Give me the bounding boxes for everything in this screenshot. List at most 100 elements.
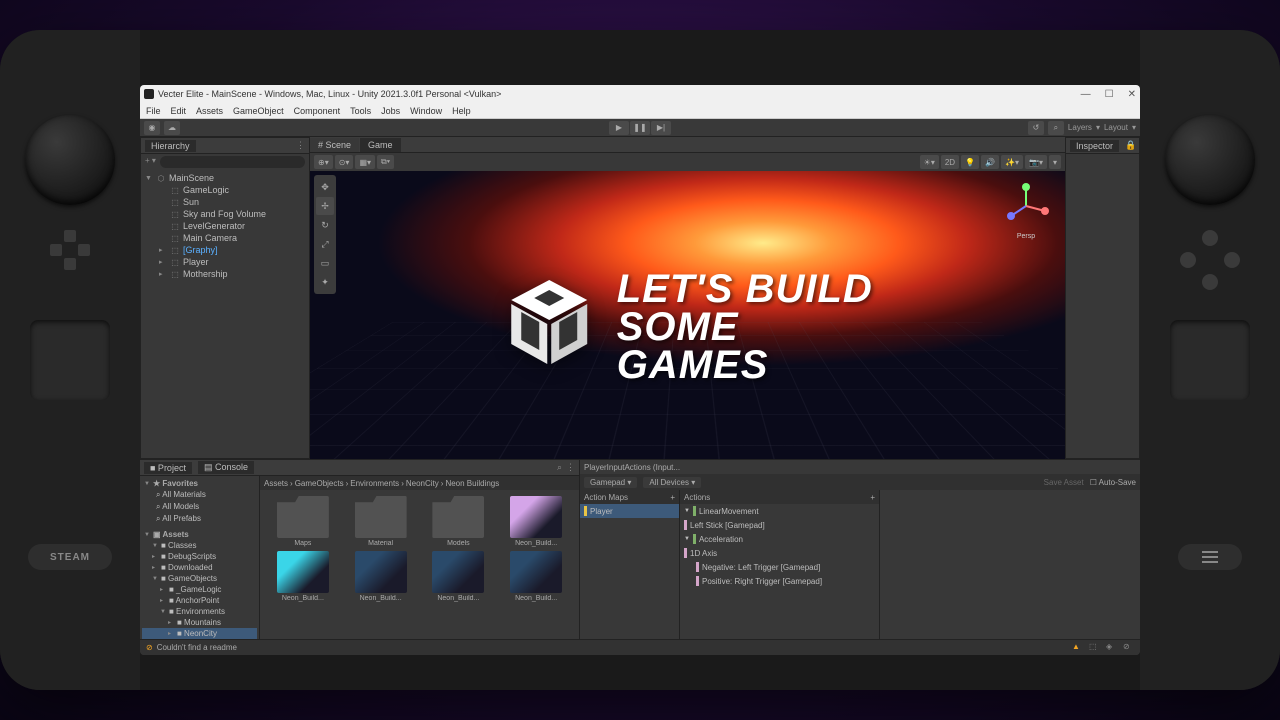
asset-item[interactable]: Neon_Build... — [499, 551, 573, 602]
close-button[interactable]: ✕ — [1128, 89, 1136, 100]
asset-item[interactable]: Maps — [266, 496, 340, 547]
breadcrumb-segment[interactable]: Neon Buildings — [445, 479, 499, 488]
layout-dropdown[interactable]: Layout — [1104, 123, 1128, 132]
asset-item[interactable]: Neon_Build... — [499, 496, 573, 547]
breadcrumb-segment[interactable]: Environments — [350, 479, 399, 488]
hierarchy-item[interactable]: ⬚GameLogic — [143, 184, 307, 196]
action-item[interactable]: 1D Axis — [680, 546, 879, 560]
hierarchy-item[interactable]: ▸⬚Mothership — [143, 268, 307, 280]
hierarchy-search[interactable] — [160, 156, 305, 168]
scene-row[interactable]: ▼⬡MainScene — [143, 172, 307, 184]
right-stick[interactable] — [1165, 115, 1255, 205]
tree-folder[interactable]: ▼■ Environments — [142, 606, 257, 617]
cloud-icon[interactable]: ☁ — [164, 121, 180, 135]
menu-gameobject[interactable]: GameObject — [233, 106, 284, 116]
menu-edit[interactable]: Edit — [171, 106, 187, 116]
play-button[interactable]: ▶ — [609, 121, 629, 135]
asset-item[interactable]: Neon_Build... — [266, 551, 340, 602]
right-trackpad[interactable] — [1170, 320, 1250, 400]
tree-folder[interactable]: ▸■ DebugScripts — [142, 551, 257, 562]
status-icon[interactable]: ▲ — [1072, 642, 1083, 653]
window-titlebar[interactable]: Vecter Elite - MainScene - Windows, Mac,… — [140, 85, 1140, 103]
rect-tool[interactable]: ▭ — [316, 254, 334, 272]
tree-folder[interactable]: ▸■ _GameLogic — [142, 584, 257, 595]
hierarchy-item[interactable]: ⬚LevelGenerator — [143, 220, 307, 232]
hierarchy-tab[interactable]: Hierarchy — [145, 140, 196, 152]
orientation-gizmo[interactable]: Persp — [1001, 181, 1051, 231]
move-tool[interactable]: ✢ — [316, 197, 334, 215]
action-item[interactable]: Negative: Left Trigger [Gamepad] — [680, 560, 879, 574]
menu-file[interactable]: File — [146, 106, 161, 116]
lock-icon[interactable]: 🔒 — [1125, 140, 1136, 151]
status-icon[interactable]: ⊘ — [1123, 642, 1134, 653]
favorite-item[interactable]: ⌕ All Prefabs — [142, 513, 257, 525]
add-action-button[interactable]: + — [870, 493, 875, 502]
tab-game[interactable]: Game — [360, 138, 401, 152]
project-tree[interactable]: ▼★ Favorites⌕ All Materials⌕ All Models⌕… — [140, 476, 260, 639]
hierarchy-item[interactable]: ⬚Sun — [143, 196, 307, 208]
tree-folder[interactable]: ▼■ GameObjects — [142, 573, 257, 584]
action-item[interactable]: ▼LinearMovement — [680, 504, 879, 518]
menu-assets[interactable]: Assets — [196, 106, 223, 116]
step-button[interactable]: ▶| — [651, 121, 671, 135]
favorite-item[interactable]: ⌕ All Materials — [142, 489, 257, 501]
action-map-item[interactable]: Player — [580, 504, 679, 518]
maximize-button[interactable]: ☐ — [1105, 89, 1114, 100]
autosave-checkbox[interactable]: ☐ Auto-Save — [1090, 478, 1136, 487]
menu-button[interactable] — [1178, 544, 1242, 570]
transform-tool[interactable]: ✦ — [316, 273, 334, 291]
hierarchy-item[interactable]: ⬚Sky and Fog Volume — [143, 208, 307, 220]
panel-options-icon[interactable]: ⋮ — [296, 140, 305, 151]
tree-folder[interactable]: ▼■ Classes — [142, 540, 257, 551]
lighting-toggle[interactable]: 💡 — [961, 155, 979, 169]
asset-item[interactable]: Material — [344, 496, 418, 547]
status-icon[interactable]: ◈ — [1106, 642, 1117, 653]
tree-folder[interactable]: ▸■ AnchorPoint — [142, 595, 257, 606]
2d-toggle[interactable]: 2D — [941, 155, 959, 169]
left-trackpad[interactable] — [30, 320, 110, 400]
asset-item[interactable]: Models — [422, 496, 496, 547]
breadcrumb[interactable]: Assets›GameObjects›Environments›NeonCity… — [260, 476, 579, 490]
breadcrumb-segment[interactable]: Assets — [264, 479, 288, 488]
control-scheme-dropdown[interactable]: Gamepad ▾ — [584, 477, 637, 488]
fx-toggle[interactable]: ✨▾ — [1001, 155, 1023, 169]
menu-window[interactable]: Window — [410, 106, 442, 116]
tool-handle[interactable]: ⊙▾ — [335, 155, 354, 169]
camera-icon[interactable]: 📷▾ — [1025, 155, 1047, 169]
abxy-buttons[interactable] — [1180, 230, 1240, 290]
layers-dropdown[interactable]: Layers — [1068, 123, 1092, 132]
add-map-button[interactable]: + — [670, 493, 675, 502]
tab-console[interactable]: ▤ Console — [198, 461, 254, 474]
tool-pivot[interactable]: ⊕▾ — [314, 155, 333, 169]
asset-item[interactable]: Neon_Build... — [422, 551, 496, 602]
audio-toggle[interactable]: 🔊 — [981, 155, 999, 169]
action-item[interactable]: ▼Acceleration — [680, 532, 879, 546]
menu-tools[interactable]: Tools — [350, 106, 371, 116]
minimize-button[interactable]: — — [1081, 89, 1091, 100]
asset-item[interactable]: Neon_Build... — [344, 551, 418, 602]
draw-mode[interactable]: ☀▾ — [920, 155, 939, 169]
scale-tool[interactable]: ⤢ — [316, 235, 334, 253]
breadcrumb-segment[interactable]: GameObjects — [295, 479, 344, 488]
status-icon[interactable]: ⬚ — [1089, 642, 1100, 653]
action-item[interactable]: Left Stick [Gamepad] — [680, 518, 879, 532]
create-dropdown[interactable]: + ▾ — [145, 156, 156, 168]
gizmos-toggle[interactable]: ▾ — [1049, 155, 1061, 169]
search-icon[interactable]: ⌕ — [557, 462, 562, 473]
scene-viewport[interactable]: ✥ ✢ ↻ ⤢ ▭ ✦ Persp — [310, 171, 1065, 459]
view-tool[interactable]: ✥ — [316, 178, 334, 196]
menu-jobs[interactable]: Jobs — [381, 106, 400, 116]
menu-component[interactable]: Component — [294, 106, 341, 116]
search-icon[interactable]: ⌕ — [1048, 121, 1064, 135]
tree-folder[interactable]: ▸■ NeonCity — [142, 628, 257, 639]
steam-button[interactable]: STEAM — [28, 544, 112, 570]
asset-grid[interactable]: MapsMaterialModelsNeon_Build...Neon_Buil… — [260, 490, 579, 639]
account-icon[interactable]: ◉ — [144, 121, 160, 135]
tree-folder[interactable]: ▸■ Downloaded — [142, 562, 257, 573]
tool-snap[interactable]: ⧉▾ — [377, 155, 394, 169]
inspector-tab[interactable]: Inspector — [1070, 140, 1119, 152]
breadcrumb-segment[interactable]: NeonCity — [406, 479, 439, 488]
pause-button[interactable]: ❚❚ — [630, 121, 650, 135]
action-item[interactable]: Positive: Right Trigger [Gamepad] — [680, 574, 879, 588]
undo-history-icon[interactable]: ↺ — [1028, 121, 1044, 135]
